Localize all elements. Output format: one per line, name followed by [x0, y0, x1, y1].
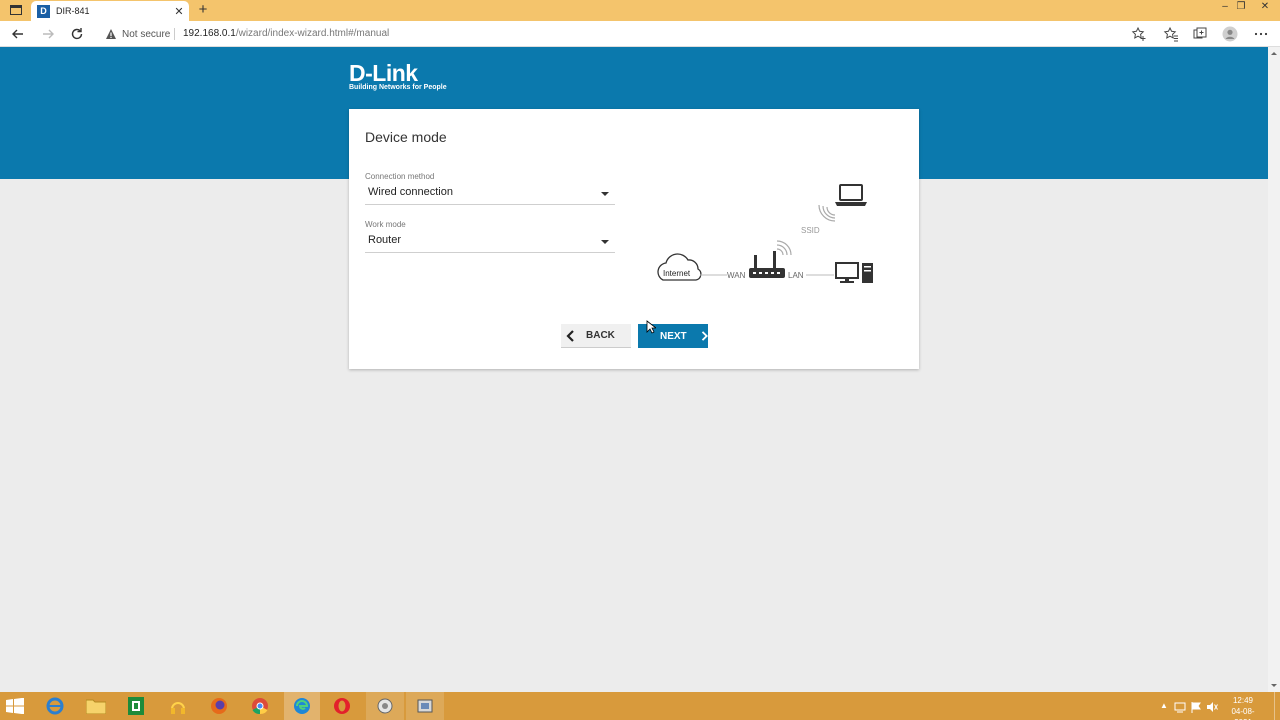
- page-title: Device mode: [365, 129, 447, 145]
- security-label: Not secure: [122, 28, 171, 40]
- mouse-cursor-icon: [646, 320, 656, 334]
- scroll-down-icon[interactable]: [1268, 680, 1280, 692]
- favorites-icon[interactable]: [1163, 26, 1179, 42]
- browser-tab-bar: D DIR-841 ✕ + – ❐ ✕: [0, 0, 1280, 21]
- dropdown-caret-icon: [601, 192, 609, 196]
- url-input[interactable]: 192.168.0.1/wizard/index-wizard.html#/ma…: [183, 28, 389, 39]
- system-app-icon[interactable]: [406, 692, 444, 720]
- router-icon: [749, 251, 785, 278]
- clock-date: 04-08-2021: [1231, 707, 1255, 720]
- logo-text: D-Link: [349, 60, 418, 86]
- opera-icon[interactable]: [333, 697, 351, 720]
- wan-label: WAN: [727, 271, 746, 280]
- add-favorite-icon[interactable]: [1131, 26, 1147, 42]
- clock-time: 12:49: [1232, 696, 1254, 705]
- separator: [174, 28, 175, 40]
- firefox-icon[interactable]: [210, 697, 228, 720]
- lan-label: LAN: [788, 271, 804, 280]
- ssid-label: SSID: [801, 226, 820, 235]
- tray-flag-icon[interactable]: [1190, 700, 1202, 718]
- chevron-left-icon: [566, 329, 574, 342]
- more-menu-icon[interactable]: [1253, 26, 1269, 42]
- address-bar: Not secure 192.168.0.1/wizard/index-wiza…: [0, 21, 1280, 47]
- back-button[interactable]: BACK: [561, 324, 631, 348]
- tab-close-icon[interactable]: ✕: [172, 5, 186, 18]
- ie-icon[interactable]: [46, 697, 64, 715]
- spreadsheet-icon[interactable]: [128, 697, 144, 720]
- taskbar: ▲ 12:49 04-08-2021: [0, 692, 1280, 720]
- work-mode-field: Work mode Router: [365, 220, 615, 253]
- refresh-icon[interactable]: [69, 26, 85, 42]
- chrome-icon[interactable]: [251, 697, 269, 720]
- back-arrow-icon[interactable]: [10, 26, 26, 42]
- network-diagram: SSID Internet WAN LAN: [657, 184, 873, 283]
- forward-arrow-icon[interactable]: [40, 26, 56, 42]
- security-indicator[interactable]: Not secure: [105, 28, 170, 40]
- network-app-icon[interactable]: [366, 692, 404, 720]
- tab-actions-icon[interactable]: [8, 2, 24, 18]
- page-scrollbar[interactable]: [1268, 47, 1280, 692]
- work-mode-label: Work mode: [365, 220, 406, 229]
- connection-method-label: Connection method: [365, 172, 435, 181]
- dlink-favicon-icon: D: [37, 4, 50, 18]
- tray-network-icon[interactable]: [1174, 700, 1186, 718]
- clock[interactable]: 12:49 04-08-2021: [1226, 695, 1260, 720]
- close-window-icon[interactable]: ✕: [1256, 1, 1274, 12]
- tray-volume-icon[interactable]: [1206, 700, 1218, 718]
- dlink-logo: D-Link Building Networks for People: [349, 60, 447, 91]
- collections-icon[interactable]: [1192, 26, 1208, 42]
- work-mode-select[interactable]: Router: [365, 229, 615, 253]
- url-host: 192.168.0.1: [183, 28, 236, 39]
- laptop-icon: [835, 184, 867, 206]
- show-desktop-button[interactable]: [1274, 692, 1280, 720]
- edge-browser-icon[interactable]: [284, 692, 320, 720]
- connection-method-value: Wired connection: [368, 186, 453, 198]
- dropdown-caret-icon: [601, 240, 609, 244]
- warning-icon: [106, 29, 116, 39]
- device-mode-card: Device mode Connection method Wired conn…: [349, 109, 919, 369]
- back-label: BACK: [586, 330, 615, 341]
- work-mode-value: Router: [368, 234, 402, 246]
- profile-avatar-icon[interactable]: [1222, 26, 1238, 42]
- next-label: NEXT: [660, 330, 687, 342]
- internet-label: Internet: [663, 269, 691, 278]
- logo-tagline: Building Networks for People: [349, 84, 447, 91]
- tab-title: DIR-841: [56, 6, 90, 16]
- connection-method-select[interactable]: Wired connection: [365, 181, 615, 205]
- headphones-app-icon[interactable]: [170, 697, 186, 720]
- browser-tab[interactable]: D DIR-841 ✕: [31, 1, 189, 21]
- url-path: /wizard/index-wizard.html#/manual: [235, 28, 390, 39]
- router-wifi-icon: [776, 240, 792, 256]
- start-windows-icon[interactable]: [6, 697, 24, 719]
- connection-method-field: Connection method Wired connection: [365, 172, 615, 205]
- scroll-up-icon[interactable]: [1268, 47, 1280, 59]
- desktop-computer-icon: [835, 262, 873, 283]
- wifi-signal-icon: [818, 204, 836, 222]
- file-explorer-icon[interactable]: [85, 698, 107, 719]
- chevron-right-icon: [701, 331, 708, 341]
- restore-icon[interactable]: ❐: [1232, 1, 1250, 12]
- tray-chevron-icon[interactable]: ▲: [1160, 701, 1168, 710]
- new-tab-button[interactable]: +: [195, 2, 211, 18]
